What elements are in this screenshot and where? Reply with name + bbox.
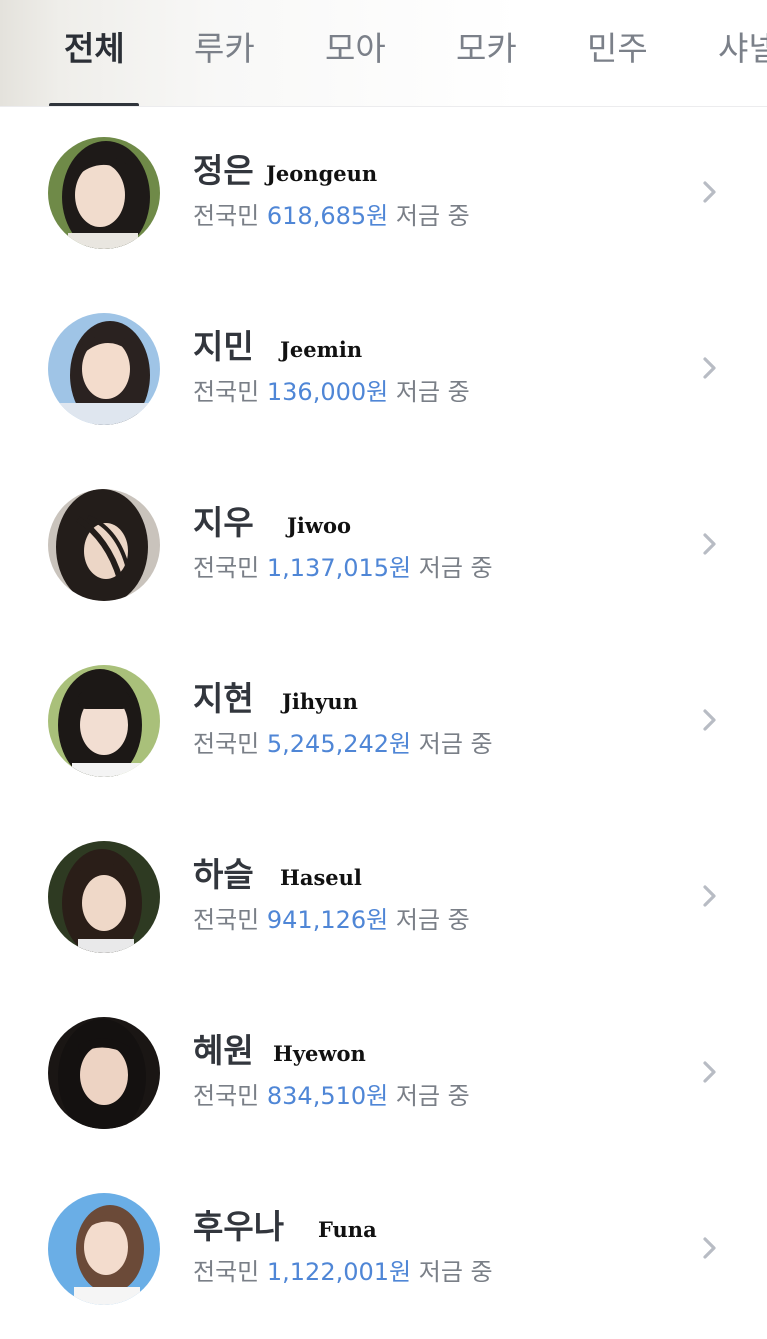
savings-prefix: 전국민 <box>193 1258 260 1286</box>
avatar <box>48 489 160 601</box>
savings-line: 전국민 136,000원 저금 중 <box>193 375 470 409</box>
member-name-ko: 지우 <box>193 503 254 542</box>
member-name-en: Jeemin <box>280 337 363 362</box>
avatar <box>48 137 160 249</box>
chevron-right-icon <box>703 1061 716 1083</box>
member-name-ko: 정은 <box>193 151 254 190</box>
member-name-ko: 후우나 <box>193 1207 285 1246</box>
savings-amount: 834,510원 <box>266 1082 389 1110</box>
member-row-jiwoo[interactable]: 지우 Jiwoo 전국민 1,137,015원 저금 중 <box>0 459 767 635</box>
savings-suffix: 저금 중 <box>418 1258 493 1286</box>
tab-bar: 전체 루카 모아 모카 민주 샤넬 <box>0 0 767 107</box>
member-row-hyewon[interactable]: 혜원 Hyewon 전국민 834,510원 저금 중 <box>0 987 767 1163</box>
chevron-right-icon <box>703 181 716 203</box>
savings-prefix: 전국민 <box>193 1082 260 1110</box>
member-row-jeongeun[interactable]: 정은 Jeongeun 전국민 618,685원 저금 중 <box>0 107 767 283</box>
member-row-haseul[interactable]: 하슬 Haseul 전국민 941,126원 저금 중 <box>0 811 767 987</box>
savings-prefix: 전국민 <box>193 906 260 934</box>
member-name-ko: 지민 <box>193 327 254 366</box>
member-name-ko: 혜원 <box>193 1031 254 1070</box>
savings-suffix: 저금 중 <box>418 730 493 758</box>
savings-amount: 941,126원 <box>266 906 389 934</box>
savings-amount: 5,245,242원 <box>266 730 412 758</box>
savings-suffix: 저금 중 <box>395 202 470 230</box>
savings-line: 전국민 5,245,242원 저금 중 <box>193 727 493 761</box>
savings-prefix: 전국민 <box>193 202 260 230</box>
savings-line: 전국민 1,122,001원 저금 중 <box>193 1255 493 1289</box>
savings-amount: 618,685원 <box>266 202 389 230</box>
chevron-right-icon <box>703 1237 716 1259</box>
tab-minju[interactable]: 민주 <box>587 24 648 74</box>
member-name-en: Jiwoo <box>287 513 352 538</box>
savings-suffix: 저금 중 <box>395 1082 470 1110</box>
member-row-jeemin[interactable]: 지민 Jeemin 전국민 136,000원 저금 중 <box>0 283 767 459</box>
avatar <box>48 665 160 777</box>
savings-line: 전국민 834,510원 저금 중 <box>193 1079 470 1113</box>
tab-chanel[interactable]: 샤넬 <box>718 24 767 74</box>
chevron-right-icon <box>703 357 716 379</box>
member-name-en: Jeongeun <box>266 161 378 186</box>
avatar <box>48 1017 160 1129</box>
avatar <box>48 313 160 425</box>
savings-amount: 1,122,001원 <box>266 1258 412 1286</box>
savings-amount: 1,137,015원 <box>266 554 412 582</box>
savings-prefix: 전국민 <box>193 730 260 758</box>
savings-prefix: 전국민 <box>193 378 260 406</box>
tab-luka[interactable]: 루카 <box>194 24 255 74</box>
savings-suffix: 저금 중 <box>395 906 470 934</box>
member-row-jihyun[interactable]: 지현 Jihyun 전국민 5,245,242원 저금 중 <box>0 635 767 811</box>
chevron-right-icon <box>703 885 716 907</box>
member-name-en: Jihyun <box>282 689 358 714</box>
savings-line: 전국민 618,685원 저금 중 <box>193 199 470 233</box>
member-name-en: Funa <box>318 1217 377 1242</box>
member-name-en: Hyewon <box>273 1041 366 1066</box>
member-name-ko: 지현 <box>193 679 254 718</box>
savings-amount: 136,000원 <box>266 378 389 406</box>
savings-prefix: 전국민 <box>193 554 260 582</box>
savings-suffix: 저금 중 <box>418 554 493 582</box>
tab-moka[interactable]: 모카 <box>456 24 517 74</box>
avatar <box>48 841 160 953</box>
savings-suffix: 저금 중 <box>395 378 470 406</box>
tab-moa[interactable]: 모아 <box>325 24 386 74</box>
savings-line: 전국민 1,137,015원 저금 중 <box>193 551 493 585</box>
tab-all[interactable]: 전체 <box>64 24 125 74</box>
member-name-ko: 하슬 <box>193 855 254 894</box>
chevron-right-icon <box>703 533 716 555</box>
member-name-en: Haseul <box>280 865 362 890</box>
chevron-right-icon <box>703 709 716 731</box>
savings-line: 전국민 941,126원 저금 중 <box>193 903 470 937</box>
member-row-funa[interactable]: 후우나 Funa 전국민 1,122,001원 저금 중 <box>0 1163 767 1339</box>
avatar <box>48 1193 160 1305</box>
